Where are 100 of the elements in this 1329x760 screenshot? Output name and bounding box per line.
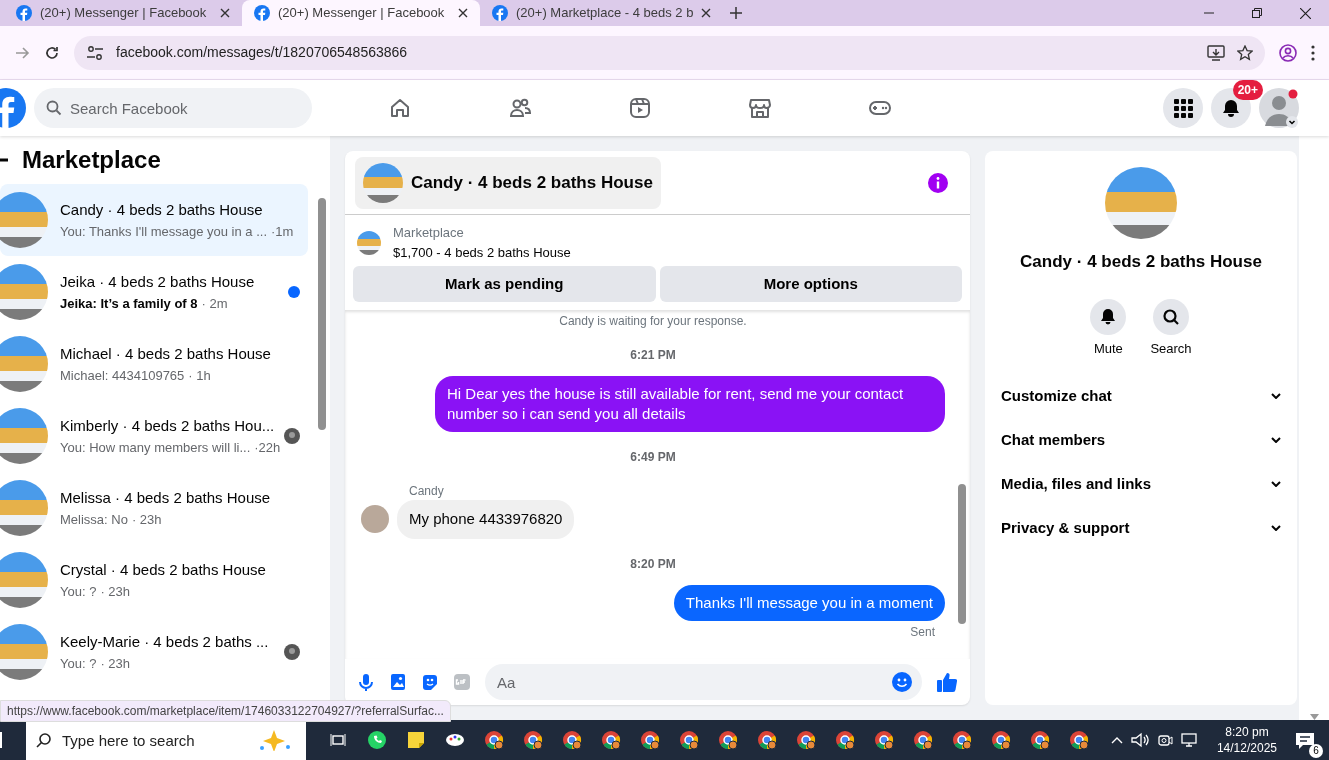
close-icon[interactable] — [1300, 7, 1311, 19]
shop-icon[interactable] — [748, 96, 772, 120]
menu-button[interactable] — [1163, 88, 1203, 128]
browser-icon[interactable] — [873, 730, 894, 750]
timestamp: 6:21 PM — [629, 347, 677, 364]
conversation-item[interactable]: Jeika · 4 beds 2 baths House Jeika: It’s a family of 8 · 2m — [0, 256, 308, 328]
conversation-item[interactable]: Kimberly · 4 beds 2 baths Hou... You: How many members will li... ·22h — [0, 400, 308, 472]
image-icon[interactable] — [389, 673, 407, 691]
close-icon[interactable] — [701, 8, 712, 18]
forward-arrow-icon[interactable] — [14, 44, 30, 61]
action-button[interactable]: Mark as pending — [353, 266, 656, 302]
house-photo — [363, 162, 403, 203]
status-notice: Candy is waiting for your response. — [558, 313, 748, 330]
notifications-icon[interactable] — [1295, 731, 1315, 750]
video-icon[interactable] — [628, 96, 652, 120]
account-button[interactable] — [1259, 88, 1299, 128]
maximize-icon[interactable] — [1252, 8, 1262, 18]
message-input[interactable]: Aa — [485, 664, 922, 700]
install-icon[interactable] — [1207, 44, 1225, 61]
listing-label: Marketplace — [393, 224, 465, 242]
message-time: · 23h — [131, 510, 162, 529]
search-field[interactable]: Search Facebook — [34, 88, 312, 128]
home-icon[interactable] — [388, 96, 412, 120]
conversation-name: Jeika · 4 beds 2 baths House — [60, 272, 256, 292]
chat-title-button[interactable]: Candy · 4 beds 2 baths House — [355, 156, 661, 209]
house-photo — [0, 336, 48, 392]
action-button[interactable] — [1090, 298, 1127, 335]
whatsapp-icon[interactable] — [366, 730, 387, 750]
browser-icon[interactable] — [951, 730, 972, 750]
timestamp: 6:49 PM — [629, 449, 677, 466]
facebook-logo-icon — [492, 5, 508, 21]
message-time: · 2m — [201, 294, 228, 313]
grid-icon — [1173, 98, 1193, 118]
section-header[interactable]: Customize chat — [1001, 374, 1281, 418]
message-time: ·22h — [254, 438, 281, 457]
conversation-item[interactable]: Melissa · 4 beds 2 baths House Melissa: No · 23h — [0, 472, 308, 544]
search-icon — [46, 100, 62, 116]
browser-icon[interactable] — [522, 730, 543, 750]
action-button[interactable] — [1153, 298, 1189, 335]
thumbs-up-icon[interactable] — [936, 671, 958, 693]
house-photo — [0, 624, 48, 680]
site-settings-icon[interactable] — [86, 44, 104, 61]
conversation-item[interactable]: Keely-Marie · 4 beds 2 baths ... You: ? · 23h — [0, 616, 308, 688]
browser-icon[interactable] — [678, 730, 699, 750]
taskbar-search-field[interactable]: Type here to search — [26, 720, 306, 760]
profile-icon[interactable] — [1279, 43, 1297, 62]
sticky-notes-icon[interactable] — [405, 730, 426, 750]
scrollbar-thumb[interactable] — [318, 198, 326, 430]
house-photo — [0, 552, 48, 608]
close-icon[interactable] — [220, 8, 230, 18]
browser-icon[interactable] — [1029, 730, 1050, 750]
camera-icon[interactable] — [1156, 732, 1173, 748]
sticker-icon[interactable] — [421, 673, 439, 691]
timestamp: 8:20 PM — [629, 555, 677, 573]
clock-time: 8:20 pm — [1224, 724, 1270, 740]
listing-title[interactable]: $1,700 - 4 beds 2 baths House — [393, 242, 571, 262]
browser-icon[interactable] — [639, 730, 660, 750]
house-photo — [0, 480, 48, 536]
conversation-item[interactable]: Michael · 4 beds 2 baths House Michael: 4434109765 · 1h — [0, 328, 308, 400]
message-time: · 23h — [100, 654, 131, 673]
browser-icon[interactable] — [834, 730, 855, 750]
browser-tab[interactable]: (20+) Messenger | Facebook — [4, 0, 242, 26]
section-header[interactable]: Chat members — [1001, 418, 1281, 462]
reload-icon[interactable] — [44, 44, 60, 61]
star-icon[interactable] — [1237, 44, 1253, 61]
more-icon[interactable] — [1311, 44, 1315, 61]
browser-tab[interactable]: (20+) Marketplace - 4 beds 2 b — [480, 0, 718, 26]
new-tab-icon[interactable] — [730, 7, 742, 19]
microphone-icon[interactable] — [357, 673, 375, 691]
browser-icon[interactable] — [1068, 730, 1089, 750]
browser-icon[interactable] — [990, 730, 1011, 750]
browser-icon[interactable] — [756, 730, 777, 750]
browser-icon[interactable] — [795, 730, 816, 750]
house-photo — [0, 408, 48, 464]
info-icon[interactable] — [928, 172, 948, 193]
section-header[interactable]: Privacy & support — [1001, 506, 1281, 550]
browser-icon[interactable] — [717, 730, 738, 750]
search-icon — [1162, 307, 1180, 326]
action-button[interactable]: More options — [659, 266, 962, 302]
volume-icon[interactable] — [1130, 732, 1149, 748]
conversation-name: Candy · 4 beds 2 baths House — [60, 200, 264, 220]
browser-tab[interactable]: (20+) Messenger | Facebook — [242, 0, 480, 26]
scrollbar-thumb[interactable] — [958, 484, 966, 624]
browser-icon[interactable] — [483, 730, 504, 750]
search-icon — [36, 732, 52, 748]
browser-icon[interactable] — [600, 730, 621, 750]
conversation-name: Kimberly · 4 beds 2 baths Hou... — [60, 416, 272, 436]
section-header[interactable]: Media, files and links — [1001, 462, 1281, 506]
network-icon[interactable] — [1180, 732, 1199, 748]
emoji-icon[interactable] — [892, 672, 912, 692]
tray-expand-icon[interactable] — [1110, 736, 1123, 744]
friends-icon[interactable] — [508, 96, 532, 120]
browser-icon[interactable] — [912, 730, 933, 750]
close-icon[interactable] — [458, 8, 468, 18]
conversation-item[interactable]: Crystal · 4 beds 2 baths House You: ? · 23h — [0, 544, 308, 616]
browser-icon[interactable] — [561, 730, 582, 750]
facebook-logo-icon — [254, 5, 270, 21]
conversation-item[interactable]: Candy · 4 beds 2 baths House You: Thanks I'll message you in a ... ·1m — [0, 184, 308, 256]
message-time: ·1m — [271, 222, 294, 241]
message-time: · 1h — [188, 366, 211, 385]
